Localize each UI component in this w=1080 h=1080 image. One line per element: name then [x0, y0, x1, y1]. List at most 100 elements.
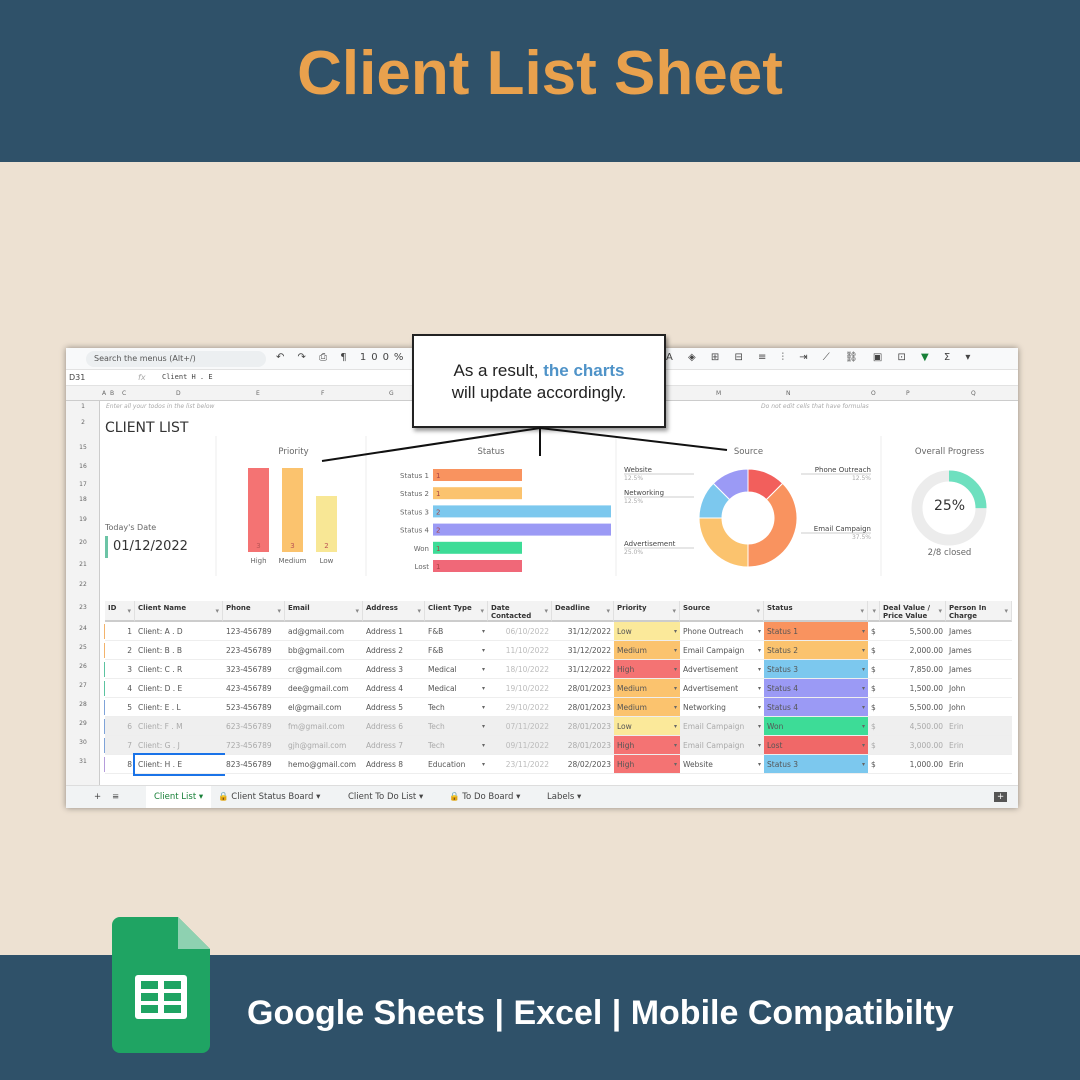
- column-header-cell[interactable]: Person In Charge ▾: [946, 601, 1012, 622]
- table-cell[interactable]: Address 2: [363, 641, 425, 660]
- table-cell[interactable]: $: [868, 660, 880, 679]
- dropdown-arrow-icon[interactable]: ▾: [482, 736, 485, 754]
- table-cell[interactable]: 823-456789: [223, 755, 285, 774]
- table-cell[interactable]: Status 2 ▾: [764, 641, 868, 660]
- table-cell[interactable]: Erin: [946, 755, 1012, 774]
- table-cell[interactable]: Medical ▾: [425, 660, 488, 679]
- table-cell[interactable]: Client: F . M: [135, 717, 223, 736]
- table-cell[interactable]: 18/10/2022: [488, 660, 552, 679]
- table-cell[interactable]: Client: B . B: [135, 641, 223, 660]
- table-cell[interactable]: 323-456789: [223, 660, 285, 679]
- table-cell[interactable]: 3,000.00: [880, 736, 946, 755]
- table-cell[interactable]: Medium ▾: [614, 679, 680, 698]
- filter-icon[interactable]: ▾: [355, 607, 359, 615]
- column-header-cell[interactable]: Phone ▾: [223, 601, 285, 622]
- table-cell[interactable]: 1: [105, 622, 135, 641]
- table-cell[interactable]: Erin: [946, 717, 1012, 736]
- table-cell[interactable]: Tech ▾: [425, 698, 488, 717]
- table-cell[interactable]: 06/10/2022: [488, 622, 552, 641]
- table-cell[interactable]: Client: E . L: [135, 698, 223, 717]
- table-cell[interactable]: 31/12/2022: [552, 660, 614, 679]
- table-cell[interactable]: Tech ▾: [425, 717, 488, 736]
- table-cell[interactable]: Address 3: [363, 660, 425, 679]
- table-cell[interactable]: 28/01/2023: [552, 717, 614, 736]
- sheet-tab-client-to-do-list[interactable]: Client To Do List ▾: [348, 792, 423, 802]
- table-cell[interactable]: 7,850.00: [880, 660, 946, 679]
- column-header-cell[interactable]: Priority ▾: [614, 601, 680, 622]
- table-cell[interactable]: 5,500.00: [880, 698, 946, 717]
- dropdown-arrow-icon[interactable]: ▾: [674, 698, 677, 716]
- table-cell[interactable]: Low ▾: [614, 622, 680, 641]
- table-cell[interactable]: Email Campaign ▾: [680, 641, 764, 660]
- table-cell[interactable]: Erin: [946, 736, 1012, 755]
- table-cell[interactable]: Website ▾: [680, 755, 764, 774]
- table-cell[interactable]: Phone Outreach ▾: [680, 622, 764, 641]
- dropdown-arrow-icon[interactable]: ▾: [758, 736, 761, 754]
- table-cell[interactable]: 623-456789: [223, 717, 285, 736]
- dropdown-arrow-icon[interactable]: ▾: [674, 660, 677, 678]
- filter-icon[interactable]: ▾: [872, 607, 876, 615]
- table-cell[interactable]: Education ▾: [425, 755, 488, 774]
- table-cell[interactable]: 2,000.00: [880, 641, 946, 660]
- table-cell[interactable]: 4: [105, 679, 135, 698]
- table-cell[interactable]: $: [868, 736, 880, 755]
- column-header-cell[interactable]: Address ▾: [363, 601, 425, 622]
- dropdown-arrow-icon[interactable]: ▾: [758, 698, 761, 716]
- filter-icon[interactable]: ▾: [606, 607, 610, 615]
- table-cell[interactable]: 3: [105, 660, 135, 679]
- column-header-cell[interactable]: Date Contacted ▾: [488, 601, 552, 622]
- table-cell[interactable]: Address 8: [363, 755, 425, 774]
- table-cell[interactable]: 28/01/2023: [552, 736, 614, 755]
- table-cell[interactable]: Client: A . D: [135, 622, 223, 641]
- table-cell[interactable]: High ▾: [614, 736, 680, 755]
- table-cell[interactable]: 28/02/2023: [552, 755, 614, 774]
- dropdown-arrow-icon[interactable]: ▾: [674, 717, 677, 735]
- table-cell[interactable]: Client: D . E: [135, 679, 223, 698]
- table-cell[interactable]: $: [868, 679, 880, 698]
- filter-icon[interactable]: ▾: [860, 607, 864, 615]
- column-header-cell[interactable]: Client Name ▾: [135, 601, 223, 622]
- dropdown-arrow-icon[interactable]: ▾: [482, 717, 485, 735]
- table-cell[interactable]: $: [868, 622, 880, 641]
- table-cell[interactable]: 5,500.00: [880, 622, 946, 641]
- table-cell[interactable]: bb@gmail.com: [285, 641, 363, 660]
- table-cell[interactable]: Address 4: [363, 679, 425, 698]
- dropdown-arrow-icon[interactable]: ▾: [482, 755, 485, 773]
- dropdown-arrow-icon[interactable]: ▾: [482, 698, 485, 716]
- row-header-29[interactable]: 29: [66, 720, 100, 727]
- tab-menu-arrow-icon[interactable]: ▾: [416, 792, 423, 802]
- table-cell[interactable]: Medical ▾: [425, 679, 488, 698]
- column-header-cell[interactable]: Source ▾: [680, 601, 764, 622]
- table-cell[interactable]: Client: H . E: [133, 753, 225, 776]
- sheet-tab-to-do-board[interactable]: 🔒 To Do Board ▾: [449, 792, 520, 802]
- dropdown-arrow-icon[interactable]: ▾: [862, 679, 865, 697]
- row-header-25[interactable]: 25: [66, 644, 100, 651]
- table-cell[interactable]: Medium ▾: [614, 698, 680, 717]
- sheet-tab-client-list[interactable]: Client List ▾: [146, 786, 212, 808]
- dropdown-arrow-icon[interactable]: ▾: [862, 698, 865, 716]
- table-cell[interactable]: 31/12/2022: [552, 641, 614, 660]
- table-cell[interactable]: Status 4 ▾: [764, 679, 868, 698]
- dropdown-arrow-icon[interactable]: ▾: [862, 755, 865, 773]
- table-cell[interactable]: hemo@gmail.com: [285, 755, 363, 774]
- column-header-cell[interactable]: Deadline ▾: [552, 601, 614, 622]
- table-cell[interactable]: Won ▾: [764, 717, 868, 736]
- filter-icon[interactable]: ▾: [938, 607, 942, 615]
- table-cell[interactable]: Low ▾: [614, 717, 680, 736]
- table-cell[interactable]: Client: G . J: [135, 736, 223, 755]
- table-cell[interactable]: 28/01/2023: [552, 679, 614, 698]
- table-cell[interactable]: F&B ▾: [425, 641, 488, 660]
- table-cell[interactable]: gjh@gmail.com: [285, 736, 363, 755]
- filter-icon[interactable]: ▾: [215, 607, 219, 615]
- dropdown-arrow-icon[interactable]: ▾: [758, 641, 761, 659]
- table-cell[interactable]: Address 6: [363, 717, 425, 736]
- dropdown-arrow-icon[interactable]: ▾: [862, 641, 865, 659]
- table-cell[interactable]: James: [946, 660, 1012, 679]
- dropdown-arrow-icon[interactable]: ▾: [862, 622, 865, 640]
- table-cell[interactable]: 5: [105, 698, 135, 717]
- tab-menu-arrow-icon[interactable]: ▾: [513, 792, 520, 802]
- dropdown-arrow-icon[interactable]: ▾: [674, 679, 677, 697]
- table-cell[interactable]: 07/11/2022: [488, 717, 552, 736]
- column-header-cell[interactable]: Status ▾: [764, 601, 868, 622]
- filter-icon[interactable]: ▾: [417, 607, 421, 615]
